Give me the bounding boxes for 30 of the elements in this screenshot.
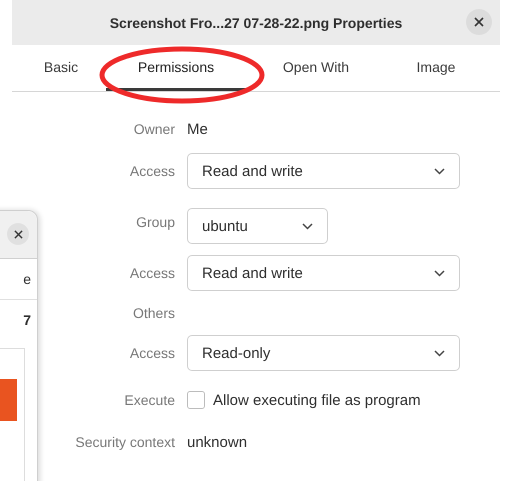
chevron-down-icon bbox=[434, 270, 445, 276]
field-value: unknown bbox=[187, 434, 248, 450]
field-label: Owner bbox=[134, 121, 175, 137]
dropdown[interactable]: Read-only bbox=[187, 335, 460, 371]
close-icon bbox=[14, 230, 22, 238]
chevron-down-icon bbox=[434, 168, 445, 174]
cut-off-text: 7 bbox=[23, 312, 31, 328]
close-button[interactable] bbox=[7, 223, 29, 245]
close-button[interactable] bbox=[466, 9, 492, 35]
dropdown[interactable]: Read and write bbox=[187, 255, 460, 291]
dropdown[interactable]: ubuntu bbox=[187, 208, 328, 244]
tab[interactable]: Basic bbox=[16, 45, 106, 91]
field-label: Access bbox=[130, 265, 175, 281]
cut-off-text: e bbox=[23, 271, 31, 287]
checkbox-label[interactable]: Allow executing file as program bbox=[213, 392, 421, 408]
checkbox[interactable] bbox=[187, 391, 205, 409]
field-label: Group bbox=[136, 214, 175, 230]
field-value: Me bbox=[187, 120, 208, 138]
field-label: Security context bbox=[75, 434, 175, 450]
window-title: Screenshot Fro...27 07-28-22.png Properties bbox=[110, 14, 402, 30]
chevron-down-icon bbox=[302, 222, 313, 230]
field-label: Execute bbox=[124, 392, 175, 408]
dropdown[interactable]: Read and write bbox=[187, 153, 460, 189]
field-label: Access bbox=[130, 345, 175, 361]
tab[interactable]: Image bbox=[386, 45, 486, 91]
tab[interactable]: Open With bbox=[246, 45, 386, 91]
field-label: Others bbox=[132, 305, 175, 321]
field-label: Access bbox=[130, 163, 175, 179]
close-icon bbox=[474, 17, 484, 27]
chevron-down-icon bbox=[434, 350, 445, 356]
